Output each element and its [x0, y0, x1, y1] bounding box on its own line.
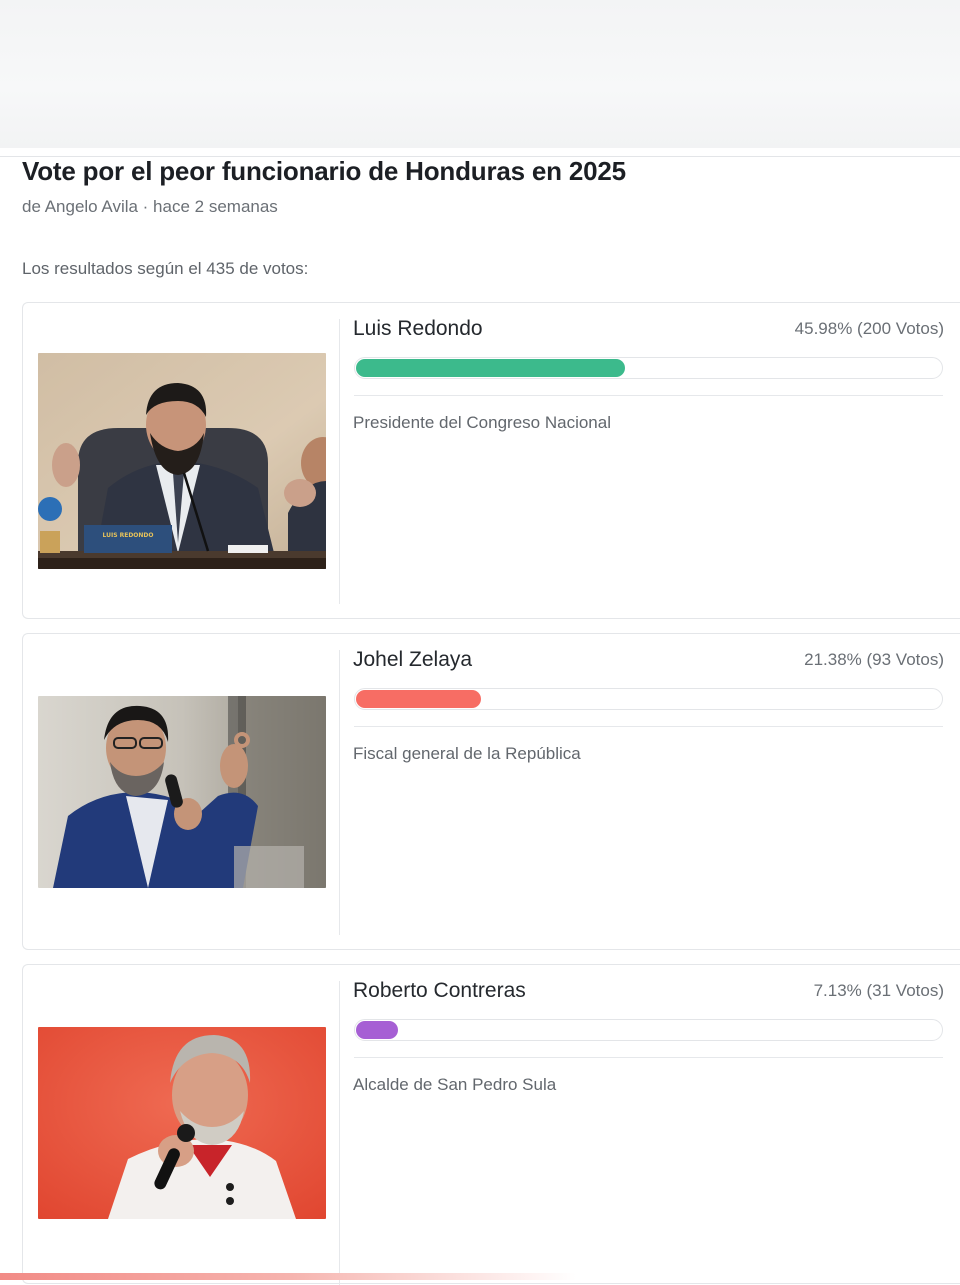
candidate-photo-image	[38, 1027, 326, 1219]
candidate-photo-image	[38, 696, 326, 888]
vote-progress-fill	[356, 1021, 398, 1039]
card-separator	[354, 395, 943, 396]
candidate-card-johel-zelaya: Johel Zelaya 21.38% (93 Votos) Fiscal ge…	[22, 633, 960, 950]
candidate-role: Alcalde de San Pedro Sula	[353, 1075, 557, 1094]
card-divider	[339, 319, 340, 604]
card-separator	[354, 726, 943, 727]
poll-meta: de Angelo Avila · hace 2 semanas	[22, 197, 278, 216]
nameplate-text: LUIS REDONDO	[102, 532, 153, 539]
vote-progress-bar	[354, 357, 943, 379]
candidate-vote-stats: 45.98% (200 Votos)	[794, 319, 944, 338]
candidate-role: Presidente del Congreso Nacional	[353, 413, 611, 432]
candidate-vote-stats: 21.38% (93 Votos)	[804, 650, 944, 669]
vote-progress-bar	[354, 1019, 943, 1041]
candidate-card-luis-redondo: LUIS REDONDO Luis Redondo 45.98% (200 Vo…	[22, 302, 960, 619]
candidate-name: Johel Zelaya	[353, 648, 473, 671]
top-banner	[0, 0, 960, 148]
candidate-name: Roberto Contreras	[353, 979, 526, 1002]
candidate-name: Luis Redondo	[353, 317, 483, 340]
vote-progress-bar	[354, 688, 943, 710]
candidate-photo: LUIS REDONDO	[38, 353, 326, 569]
vote-progress-fill	[356, 690, 481, 708]
bottom-accent-strip	[0, 1273, 960, 1280]
candidate-photo	[38, 696, 326, 888]
candidate-role: Fiscal general de la República	[353, 744, 581, 763]
candidate-vote-stats: 7.13% (31 Votos)	[813, 981, 944, 1000]
candidate-photo-image: LUIS REDONDO	[38, 353, 326, 569]
candidate-card-roberto-contreras: Roberto Contreras 7.13% (31 Votos) Alcal…	[22, 964, 960, 1285]
card-divider	[339, 650, 340, 935]
candidate-photo	[38, 1027, 326, 1219]
poll-title: Vote por el peor funcionario de Honduras…	[22, 156, 626, 186]
card-divider	[339, 981, 340, 1285]
vote-progress-fill	[356, 359, 625, 377]
results-summary: Los resultados según el 435 de votos:	[22, 259, 309, 278]
card-separator	[354, 1057, 943, 1058]
